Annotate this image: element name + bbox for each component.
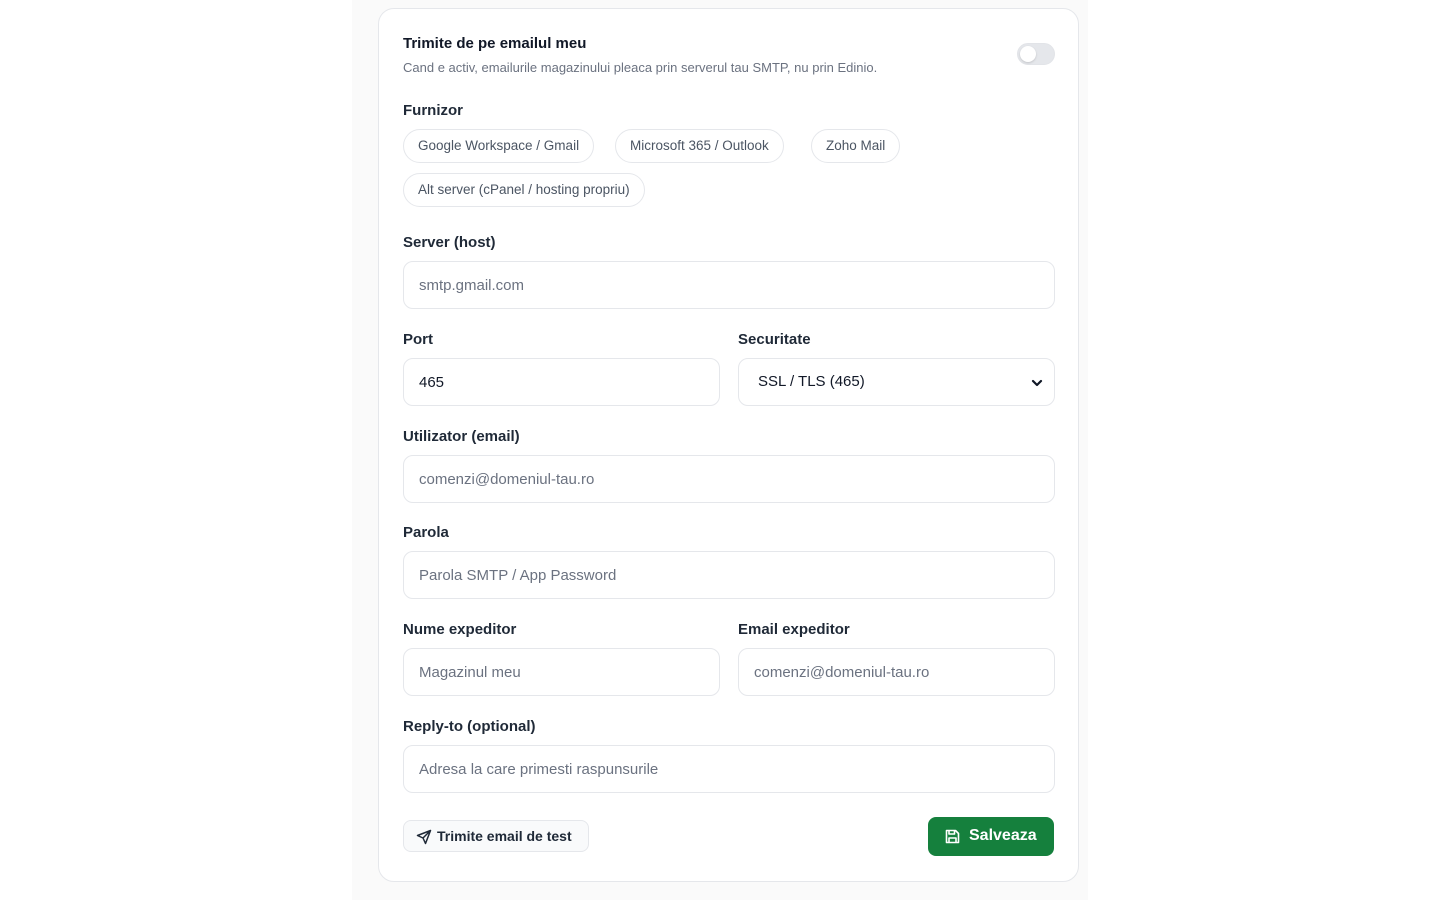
- chevron-down-icon: [1031, 379, 1043, 387]
- sender-name-label: Nume expeditor: [403, 621, 517, 638]
- reply-to-label: Reply-to (optional): [403, 718, 536, 735]
- provider-chip-microsoft[interactable]: Microsoft 365 / Outlook: [615, 129, 784, 163]
- send-test-email-button[interactable]: Trimite email de test: [403, 820, 589, 852]
- provider-chip-zoho[interactable]: Zoho Mail: [811, 129, 901, 163]
- user-label: Utilizator (email): [403, 428, 520, 445]
- toggle-knob: [1020, 46, 1036, 62]
- provider-chip-google[interactable]: Google Workspace / Gmail: [403, 129, 595, 163]
- password-input[interactable]: [403, 551, 1055, 599]
- port-input[interactable]: [403, 358, 720, 406]
- reply-to-input[interactable]: [403, 745, 1055, 793]
- save-button[interactable]: Salveaza: [928, 817, 1054, 856]
- smtp-enable-toggle[interactable]: [1017, 43, 1055, 65]
- send-test-email-label: Trimite email de test: [437, 828, 572, 844]
- send-icon: [416, 829, 432, 845]
- save-icon: [945, 829, 960, 844]
- port-label: Port: [403, 331, 433, 348]
- provider-label: Furnizor: [403, 102, 463, 119]
- sender-name-input[interactable]: [403, 648, 720, 696]
- password-label: Parola: [403, 524, 449, 541]
- section-description: Cand e activ, emailurile magazinului ple…: [403, 60, 878, 75]
- sender-email-input[interactable]: [738, 648, 1055, 696]
- provider-chip-other[interactable]: Alt server (cPanel / hosting propriu): [403, 173, 645, 207]
- security-label: Securitate: [738, 331, 811, 348]
- section-title: Trimite de pe emailul meu: [403, 35, 587, 52]
- save-button-label: Salveaza: [969, 827, 1037, 844]
- smtp-settings-card: Trimite de pe emailul meu Cand e activ, …: [378, 8, 1079, 882]
- host-label: Server (host): [403, 234, 496, 251]
- security-selected-value: SSL / TLS (465): [758, 373, 865, 390]
- security-select[interactable]: SSL / TLS (465): [738, 358, 1055, 406]
- user-email-input[interactable]: [403, 455, 1055, 503]
- sender-email-label: Email expeditor: [738, 621, 850, 638]
- host-input[interactable]: [403, 261, 1055, 309]
